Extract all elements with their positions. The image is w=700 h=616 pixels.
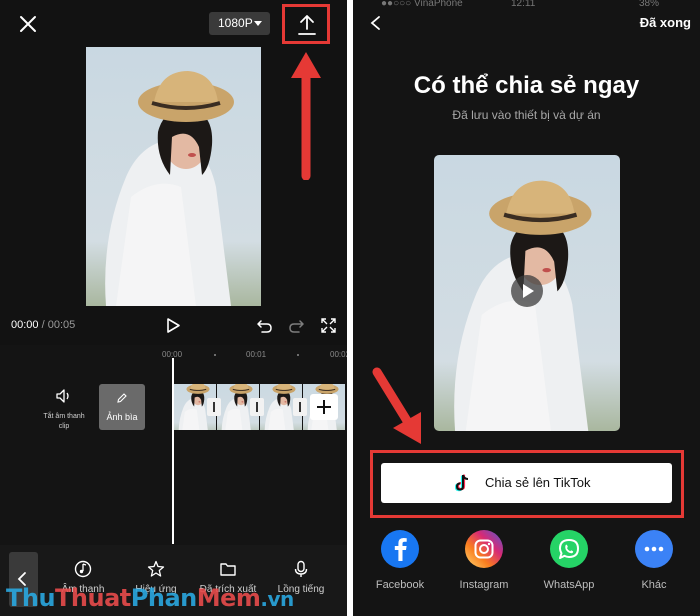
fullscreen-icon[interactable] — [321, 318, 336, 333]
facebook-icon — [381, 530, 419, 568]
social-label: Instagram — [459, 579, 509, 591]
mute-clip-label[interactable]: Tắt âm thanh clip — [42, 412, 86, 432]
share-title: Có thể chia sẻ ngay — [413, 72, 640, 99]
social-label: WhatsApp — [543, 579, 595, 591]
resolution-dropdown[interactable]: 1080P — [209, 12, 270, 35]
transition-handle[interactable] — [293, 398, 307, 416]
resolution-value: 1080P — [218, 16, 253, 30]
time-current: 00:00 — [11, 319, 39, 331]
edit-pencil-icon — [117, 393, 127, 403]
ruler-tick-label: 00:02 — [330, 350, 347, 359]
status-battery: 38% — [639, 0, 660, 9]
close-icon[interactable] — [16, 12, 40, 36]
chevron-down-icon — [254, 21, 262, 26]
tiktok-label: Chia sẻ lên TikTok — [485, 475, 591, 490]
done-button[interactable]: Đã xong — [640, 15, 691, 30]
video-preview[interactable] — [86, 47, 261, 306]
play-button-icon[interactable] — [511, 275, 543, 307]
editor-panel: 1080P 00:00 / 00:05 00:00 00:01 00:0 Tắt… — [0, 0, 347, 616]
instagram-icon — [465, 530, 503, 568]
share-tiktok-button[interactable]: Chia sẻ lên TikTok — [381, 463, 672, 503]
play-icon[interactable] — [165, 317, 181, 334]
folder-icon — [220, 563, 236, 576]
watermark-logo: ThuThuatPhanMem.vn — [6, 584, 294, 612]
screenshot-root: 1080P 00:00 / 00:05 00:00 00:01 00:0 Tắt… — [0, 0, 700, 616]
time-separator: / — [38, 319, 48, 331]
more-dots-icon — [635, 530, 673, 568]
ruler-dot — [214, 354, 216, 356]
ruler-tick-label: 00:01 — [246, 350, 267, 359]
social-label: Khác — [641, 579, 667, 591]
sparkle-star-icon — [147, 560, 165, 577]
redo-icon[interactable] — [289, 318, 305, 333]
share-subtitle: Đã lưu vào thiết bị và dự án — [452, 108, 601, 122]
social-label: Facebook — [375, 579, 425, 591]
status-bar: ●●○○○ VinaPhone 12:11 38% — [353, 0, 700, 14]
share-facebook[interactable]: Facebook — [367, 530, 433, 591]
undo-icon[interactable] — [256, 318, 272, 333]
export-highlight-box — [282, 4, 330, 44]
whatsapp-icon — [550, 530, 588, 568]
red-arrow-down — [372, 367, 421, 444]
share-instagram[interactable]: Instagram — [451, 530, 517, 591]
playhead[interactable] — [172, 358, 174, 544]
red-arrow-up — [291, 52, 321, 180]
playback-time: 00:00 / 00:05 — [11, 319, 75, 331]
speaker-icon[interactable] — [56, 389, 72, 403]
microphone-icon — [294, 560, 308, 577]
music-note-icon — [74, 560, 92, 578]
cover-label: Ảnh bìa — [106, 412, 138, 422]
status-carrier: ●●○○○ VinaPhone — [381, 0, 463, 9]
tiktok-icon — [455, 474, 469, 492]
share-panel: ●●○○○ VinaPhone 12:11 38% Đã xong Có thể… — [353, 0, 700, 616]
status-clock: 12:11 — [511, 0, 536, 9]
export-upload-icon[interactable] — [297, 14, 317, 36]
ruler-dot — [297, 354, 299, 356]
add-clip-button[interactable] — [310, 394, 338, 420]
share-more[interactable]: Khác — [621, 530, 687, 591]
share-whatsapp[interactable]: WhatsApp — [536, 530, 602, 591]
transition-handle[interactable] — [207, 398, 221, 416]
transition-handle[interactable] — [250, 398, 264, 416]
cover-image-button[interactable]: Ảnh bìa — [99, 384, 145, 430]
time-total: 00:05 — [47, 319, 76, 331]
back-chevron-icon[interactable] — [369, 15, 381, 31]
